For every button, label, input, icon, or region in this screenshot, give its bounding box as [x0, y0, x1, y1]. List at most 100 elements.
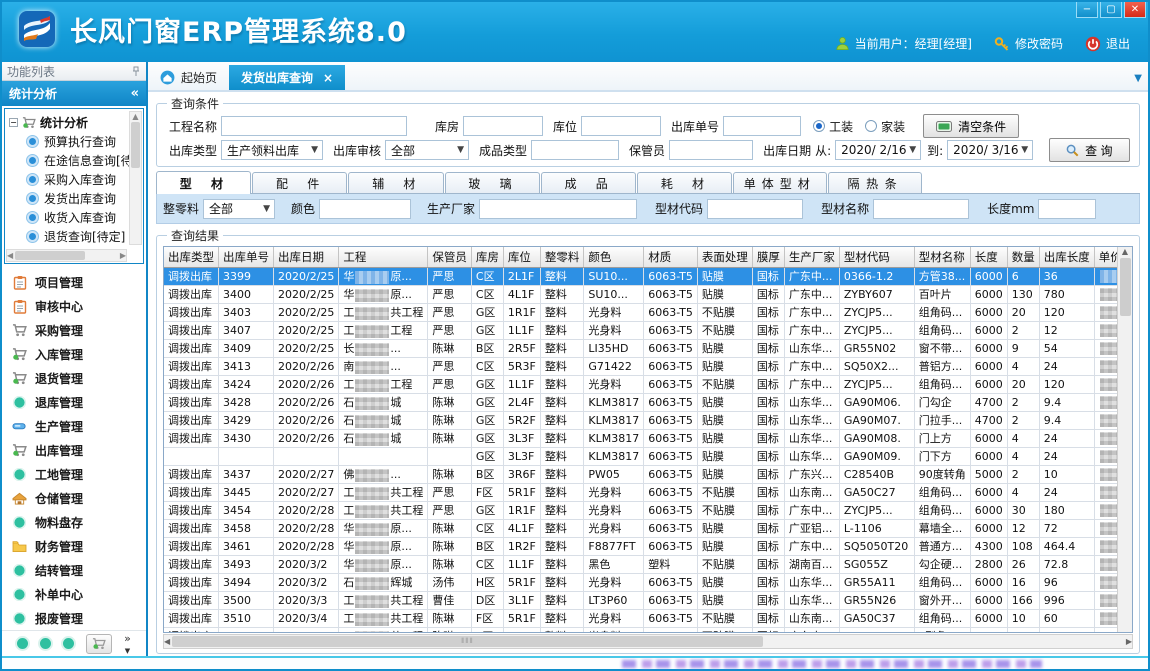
- column-header-表面处理[interactable]: 表面处理: [697, 247, 752, 267]
- table-row[interactable]: 调拨出库34092020/2/25长...陈琳B区2R5F整料LI35HD606…: [164, 339, 1117, 357]
- pin-icon[interactable]: [131, 66, 141, 77]
- table-row[interactable]: 调拨出库34282020/2/26石城陈琳G区2L4F整料KLM38176063…: [164, 393, 1117, 411]
- tree-vertical-scrollbar[interactable]: ▲: [129, 111, 142, 245]
- column-header-颜色[interactable]: 颜色: [584, 247, 644, 267]
- column-header-出库单号[interactable]: 出库单号: [219, 247, 274, 267]
- column-header-出库长度[interactable]: 出库长度: [1039, 247, 1094, 267]
- material-tab-单体型材[interactable]: 单体型材: [733, 172, 827, 193]
- column-header-保管员[interactable]: 保管员: [428, 247, 472, 267]
- tree-expander-icon[interactable]: −: [9, 118, 18, 127]
- tree-horizontal-scrollbar[interactable]: ◀▶: [6, 249, 127, 262]
- green-dot-icon[interactable]: [17, 638, 28, 649]
- footer-more-button[interactable]: »▼: [124, 633, 131, 655]
- date-from-picker[interactable]: 2020/ 2/16▼: [835, 140, 921, 160]
- material-tab-玻璃[interactable]: 玻璃: [445, 172, 540, 193]
- column-header-出库日期[interactable]: 出库日期: [274, 247, 339, 267]
- table-row[interactable]: 调拨出库35002020/3/3工共工程曹佳D区3L1F整料LT3P606063…: [164, 591, 1117, 609]
- audit-select[interactable]: 全部▼: [385, 140, 469, 160]
- sidebar-item-项目管理[interactable]: 项目管理: [2, 270, 146, 294]
- table-row[interactable]: 调拨出库34132020/2/26南...严思C区5R3F整料G71422606…: [164, 357, 1117, 375]
- green-dot-icon[interactable]: [40, 638, 51, 649]
- column-header-库房[interactable]: 库房: [471, 247, 503, 267]
- green-dot-icon[interactable]: [63, 638, 74, 649]
- column-header-单价[interactable]: 单价: [1094, 247, 1117, 267]
- product-type-input[interactable]: [531, 140, 619, 160]
- table-row[interactable]: 调拨出库34612020/2/28华原...陈琳B区1R2F整料F8877FT6…: [164, 537, 1117, 555]
- change-password-button[interactable]: 修改密码: [994, 35, 1063, 52]
- sidebar-item-财务管理[interactable]: 财务管理: [2, 534, 146, 558]
- tab-list-dropdown-icon[interactable]: ▼: [1134, 73, 1142, 84]
- collapse-icon[interactable]: «: [131, 86, 139, 101]
- sidebar-item-工地管理[interactable]: 工地管理: [2, 462, 146, 486]
- tab-shipment-query[interactable]: 发货出库查询 ×: [229, 65, 345, 90]
- column-header-长度[interactable]: 长度: [970, 247, 1007, 267]
- grid-vertical-scrollbar[interactable]: ▲: [1117, 247, 1132, 632]
- date-to-picker[interactable]: 2020/ 3/16▼: [947, 140, 1033, 160]
- sidebar-item-报废管理[interactable]: 报废管理: [2, 606, 146, 630]
- tab-home[interactable]: 起始页: [148, 65, 229, 90]
- cart-shortcut-button[interactable]: [86, 634, 112, 654]
- length-input[interactable]: [1038, 199, 1096, 219]
- table-row[interactable]: 调拨出库34932020/3/2华原...陈琳C区1L1F整料黑色塑料不贴膜国标…: [164, 555, 1117, 573]
- tree-item[interactable]: 退货查询[待定]: [9, 227, 141, 246]
- tab-close-icon[interactable]: ×: [323, 71, 333, 85]
- table-row[interactable]: 调拨出库34032020/2/25工共工程严思G区1R1F整料光身料6063-T…: [164, 303, 1117, 321]
- sidebar-item-出库管理[interactable]: 出库管理: [2, 438, 146, 462]
- sidebar-item-入库管理[interactable]: 入库管理: [2, 342, 146, 366]
- manufacturer-input[interactable]: [479, 199, 637, 219]
- sidebar-item-采购管理[interactable]: 采购管理: [2, 318, 146, 342]
- whole-piece-select[interactable]: 全部▼: [203, 199, 275, 219]
- column-header-型材代码[interactable]: 型材代码: [839, 247, 914, 267]
- logout-button[interactable]: 退出: [1085, 35, 1130, 52]
- table-row[interactable]: 调拨出库35102020/3/4工共工程陈琳F区5R1F整料光身料6063-T5…: [164, 609, 1117, 627]
- column-header-整零料[interactable]: 整零料: [540, 247, 584, 267]
- table-row[interactable]: 调拨出库34002020/2/25华原...严思C区4L1F整料SU10...6…: [164, 285, 1117, 303]
- sidebar-item-补单中心[interactable]: 补单中心: [2, 582, 146, 606]
- profile-code-input[interactable]: [707, 199, 803, 219]
- tree-item[interactable]: 预算执行查询: [9, 132, 141, 151]
- column-header-型材名称[interactable]: 型材名称: [914, 247, 970, 267]
- project-name-input[interactable]: [221, 116, 407, 136]
- order-no-input[interactable]: [723, 116, 801, 136]
- clear-conditions-button[interactable]: 清空条件: [923, 114, 1019, 138]
- maximize-button[interactable]: ▢: [1100, 2, 1122, 18]
- column-header-出库类型[interactable]: 出库类型: [164, 247, 219, 267]
- column-header-膜厚[interactable]: 膜厚: [752, 247, 784, 267]
- column-header-生产厂家[interactable]: 生产厂家: [784, 247, 839, 267]
- material-tab-型材[interactable]: 型材: [156, 171, 251, 194]
- keeper-input[interactable]: [669, 140, 753, 160]
- material-tab-辅材[interactable]: 辅材: [348, 172, 443, 193]
- radio-gongzhuang[interactable]: 工装: [813, 118, 853, 135]
- table-row[interactable]: 调拨出库34452020/2/27工共工程严思F区5R1F整料光身料6063-T…: [164, 483, 1117, 501]
- search-button[interactable]: 查 询: [1049, 138, 1129, 162]
- table-row[interactable]: 调拨出库34372020/2/27佛...陈琳B区3R6F整料PW056063-…: [164, 465, 1117, 483]
- color-input[interactable]: [319, 199, 411, 219]
- close-button[interactable]: ✕: [1124, 2, 1146, 18]
- radio-jiazhuang[interactable]: 家装: [865, 118, 905, 135]
- profile-name-input[interactable]: [873, 199, 969, 219]
- table-row[interactable]: 调拨出库34302020/2/26石城陈琳G区3L3F整料KLM38176063…: [164, 429, 1117, 447]
- column-header-数量[interactable]: 数量: [1007, 247, 1039, 267]
- table-row[interactable]: 调拨出库34292020/2/26石城陈琳G区5R2F整料KLM38176063…: [164, 411, 1117, 429]
- material-tab-隔热条[interactable]: 隔热条: [828, 172, 922, 193]
- warehouse-input[interactable]: [463, 116, 543, 136]
- column-header-库位[interactable]: 库位: [503, 247, 540, 267]
- sidebar-item-物料盘存[interactable]: 物料盘存: [2, 510, 146, 534]
- tree-item[interactable]: 采购入库查询: [9, 170, 141, 189]
- sidebar-item-退库管理[interactable]: 退库管理: [2, 390, 146, 414]
- table-row[interactable]: 调拨出库34072020/2/25工工程严思G区1L1F整料光身料6063-T5…: [164, 321, 1117, 339]
- tree-item[interactable]: 在途信息查询[待定]: [9, 151, 141, 170]
- table-row[interactable]: 调拨出库34942020/3/2石辉城汤伟H区5R1F整料光身料6063-T5贴…: [164, 573, 1117, 591]
- tree-item[interactable]: 发货出库查询: [9, 189, 141, 208]
- table-row[interactable]: 调拨出库34582020/2/28华原...陈琳C区4L1F整料光身料6063-…: [164, 519, 1117, 537]
- material-tab-配件[interactable]: 配件: [252, 172, 347, 193]
- sidebar-item-仓储管理[interactable]: 仓储管理: [2, 486, 146, 510]
- table-row[interactable]: G区3L3F整料KLM38176063-T5贴膜国标山东华...GA90M09.…: [164, 447, 1117, 465]
- column-header-工程[interactable]: 工程: [339, 247, 428, 267]
- table-row[interactable]: 调拨出库34242020/2/26工工程严思G区1L1F整料光身料6063-T5…: [164, 375, 1117, 393]
- material-tab-成品[interactable]: 成品: [541, 172, 636, 193]
- sidebar-section-header[interactable]: 统计分析 «: [2, 81, 146, 106]
- sidebar-item-审核中心[interactable]: 审核中心: [2, 294, 146, 318]
- location-input[interactable]: [581, 116, 661, 136]
- tree-item[interactable]: 退库管理[待定]: [9, 246, 141, 247]
